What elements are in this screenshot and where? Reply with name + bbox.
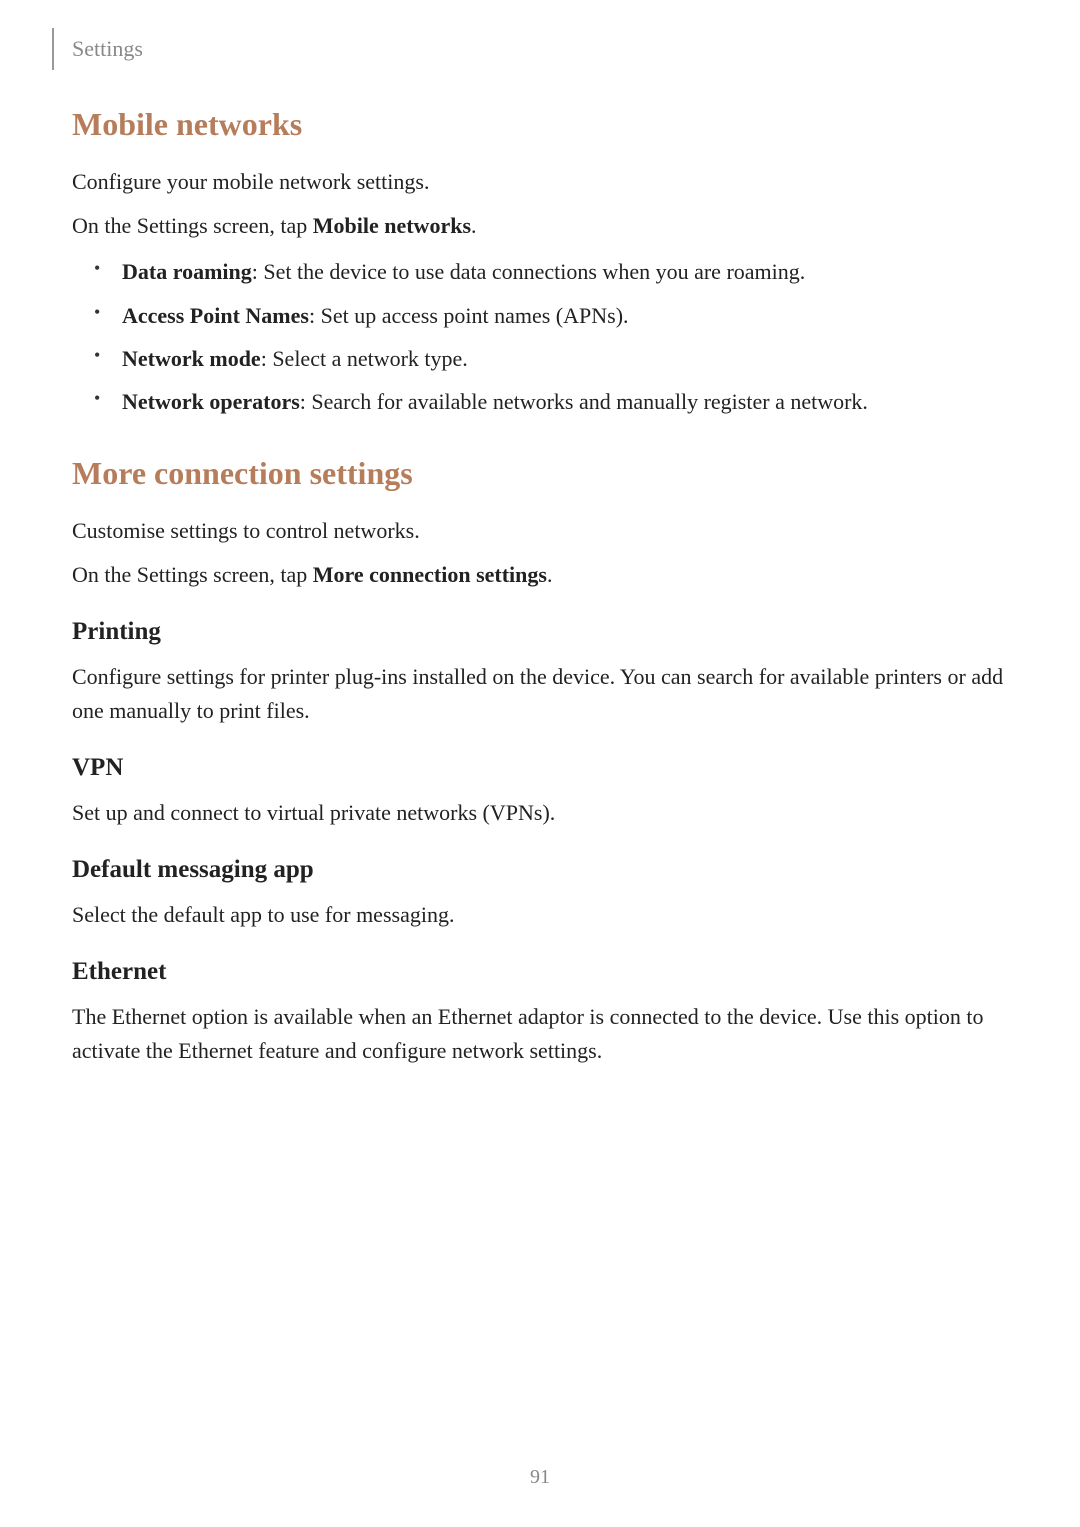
mobile-networks-title: Mobile networks <box>72 106 1008 143</box>
printing-body: Configure settings for printer plug-ins … <box>72 660 1008 728</box>
ethernet-title: Ethernet <box>72 958 1008 986</box>
more-connection-instruction: On the Settings screen, tap More connect… <box>72 558 1008 592</box>
page-content: Mobile networks Configure your mobile ne… <box>72 106 1008 1079</box>
ethernet-body: The Ethernet option is available when an… <box>72 1000 1008 1068</box>
instruction-bold: More connection settings <box>313 562 547 587</box>
item-label: Network mode <box>122 346 261 371</box>
item-desc: : Select a network type. <box>261 346 468 371</box>
page-number: 91 <box>0 1466 1080 1489</box>
item-label: Access Point Names <box>122 303 309 328</box>
item-label: Network operators <box>122 389 300 414</box>
instruction-suffix: . <box>471 213 477 238</box>
mobile-networks-instruction: On the Settings screen, tap Mobile netwo… <box>72 209 1008 243</box>
item-desc: : Set up access point names (APNs). <box>309 303 629 328</box>
vpn-title: VPN <box>72 754 1008 782</box>
instruction-bold: Mobile networks <box>313 213 471 238</box>
list-item: Data roaming: Set the device to use data… <box>94 253 1008 290</box>
instruction-suffix: . <box>547 562 553 587</box>
list-item: Network operators: Search for available … <box>94 383 1008 420</box>
default-messaging-title: Default messaging app <box>72 856 1008 884</box>
item-desc: : Set the device to use data connections… <box>252 259 806 284</box>
more-connection-title: More connection settings <box>72 455 1008 492</box>
mobile-networks-list: Data roaming: Set the device to use data… <box>94 253 1008 421</box>
item-label: Data roaming <box>122 259 252 284</box>
vpn-body: Set up and connect to virtual private ne… <box>72 796 1008 830</box>
mobile-networks-intro: Configure your mobile network settings. <box>72 165 1008 199</box>
default-messaging-body: Select the default app to use for messag… <box>72 898 1008 932</box>
instruction-prefix: On the Settings screen, tap <box>72 213 313 238</box>
header-divider <box>52 28 54 70</box>
list-item: Network mode: Select a network type. <box>94 340 1008 377</box>
instruction-prefix: On the Settings screen, tap <box>72 562 313 587</box>
printing-title: Printing <box>72 618 1008 646</box>
item-desc: : Search for available networks and manu… <box>300 389 868 414</box>
more-connection-intro: Customise settings to control networks. <box>72 514 1008 548</box>
list-item: Access Point Names: Set up access point … <box>94 297 1008 334</box>
breadcrumb: Settings <box>72 36 143 62</box>
